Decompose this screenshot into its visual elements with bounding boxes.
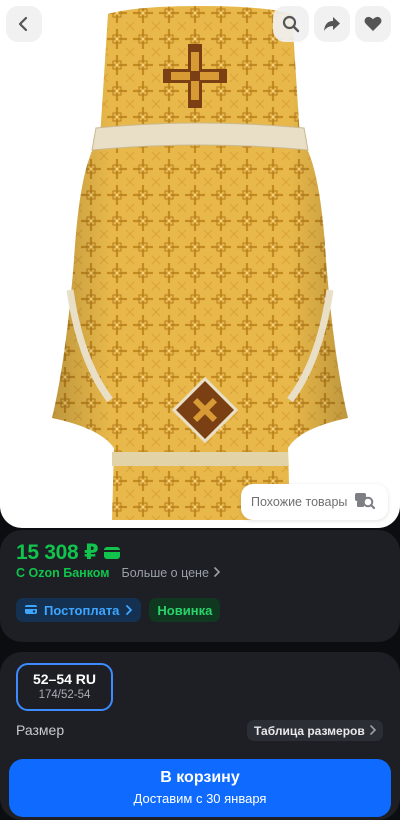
ozon-bank-label: С Ozon Банком [16,566,110,580]
bank-row: С Ozon Банком Больше о цене [16,566,221,580]
product-image[interactable] [0,0,400,528]
delivery-date-label: Доставим с 30 января [133,791,267,806]
postpay-badge[interactable]: Постоплата [16,598,142,622]
favorite-button[interactable] [355,6,391,42]
new-label: Новинка [157,602,213,618]
size-option-value: 52–54 RU [32,671,97,687]
product-image-area[interactable]: Похожие товары [0,0,400,528]
heart-icon [364,16,382,32]
chevron-left-icon [16,16,32,32]
size-table-label: Таблица размеров [254,723,365,738]
badges-row: Постоплата Новинка [16,598,221,622]
size-option-selected[interactable]: 52–54 RU 174/52-54 [16,663,113,711]
similar-products-label: Похожие товары [251,495,348,509]
more-about-price-link[interactable]: Больше о цене [122,566,221,580]
more-about-price-label: Больше о цене [121,566,209,580]
postpay-label: Постоплата [44,602,120,618]
price-value: 15 308 ₽ [16,541,99,564]
wallet-icon [24,603,38,618]
search-button[interactable] [273,6,309,42]
search-icon [282,15,300,33]
add-to-cart-label: В корзину [160,769,240,786]
card-icon [104,546,121,559]
size-label: Размер [16,722,65,738]
chevron-right-icon [213,566,221,580]
chevron-right-icon [369,724,377,738]
share-button[interactable] [314,6,350,42]
new-badge: Новинка [149,598,221,622]
similar-products-button[interactable]: Похожие товары [241,484,388,520]
price-card: 15 308 ₽ С Ozon Банком Больше о цене Пос… [0,530,400,642]
share-icon [323,15,341,33]
add-to-cart-button[interactable]: В корзину Доставим с 30 января [9,759,391,817]
back-button[interactable] [6,6,42,42]
price-row: 15 308 ₽ [16,540,121,565]
size-option-subvalue: 174/52-54 [38,689,91,701]
size-table-button[interactable]: Таблица размеров [247,720,383,741]
chevron-right-icon [125,603,133,618]
similar-search-icon [353,490,376,515]
